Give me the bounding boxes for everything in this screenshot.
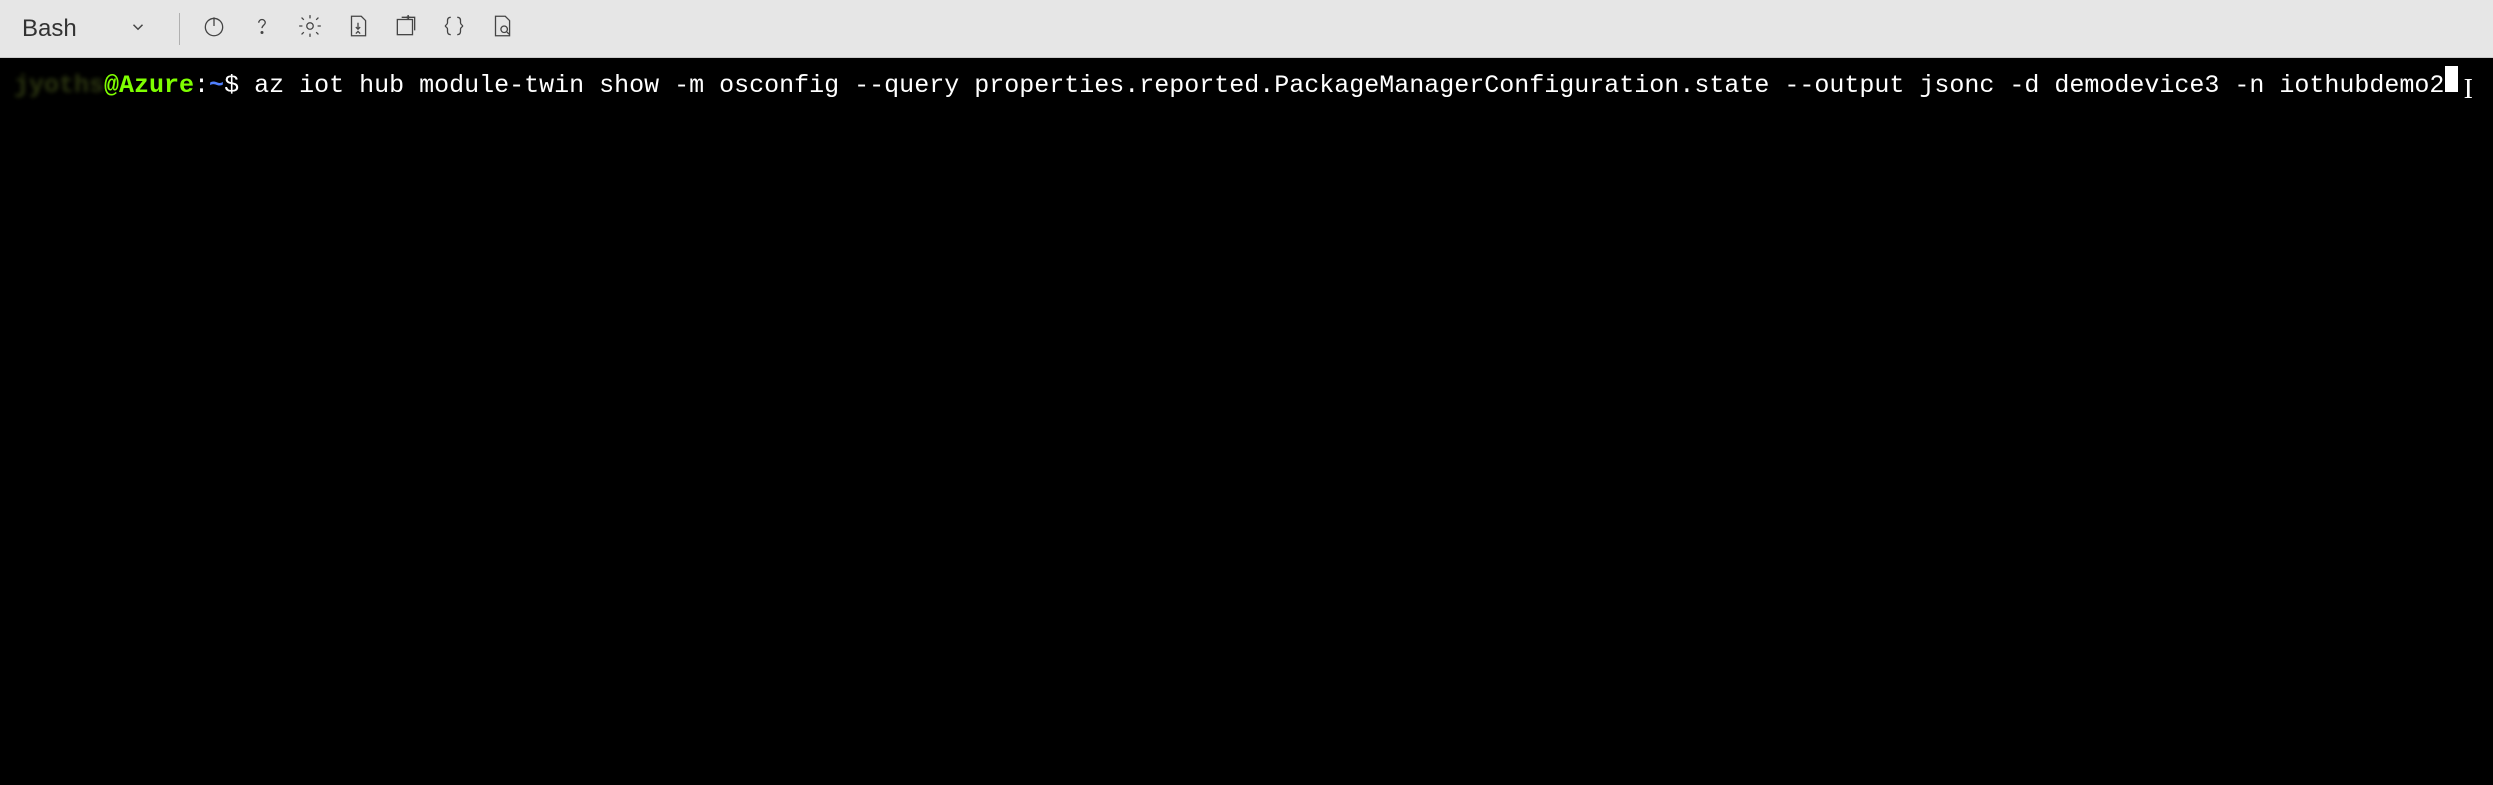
web-preview-button[interactable]	[480, 7, 524, 51]
prompt-path: ~	[209, 70, 224, 103]
restart-button[interactable]	[192, 7, 236, 51]
shell-selector-dropdown[interactable]: Bash	[10, 11, 159, 47]
help-button[interactable]	[240, 7, 284, 51]
terminal-area[interactable]: jyoths@Azure:~$ az iot hub module-twin s…	[0, 58, 2493, 785]
settings-button[interactable]	[288, 7, 332, 51]
power-icon	[201, 13, 227, 44]
preview-icon	[489, 13, 515, 44]
toolbar-divider	[179, 13, 180, 45]
help-icon	[249, 13, 275, 44]
prompt-user-obscured: jyoths	[14, 70, 104, 103]
prompt-symbol: $	[224, 70, 239, 103]
prompt-host: @Azure	[104, 70, 194, 103]
prompt-separator: :	[194, 70, 209, 103]
terminal-cursor	[2445, 66, 2458, 92]
gear-icon	[297, 13, 323, 44]
editor-button[interactable]	[432, 7, 476, 51]
upload-download-button[interactable]	[336, 7, 380, 51]
upload-download-icon	[345, 13, 371, 44]
new-session-button[interactable]	[384, 7, 428, 51]
braces-icon	[441, 13, 467, 44]
shell-name-label: Bash	[22, 15, 77, 43]
cloud-shell-toolbar: Bash	[0, 0, 2493, 58]
text-cursor-icon: I	[2464, 72, 2473, 108]
new-session-icon	[393, 13, 419, 44]
chevron-down-icon	[129, 15, 147, 43]
command-text: az iot hub module-twin show -m osconfig …	[239, 70, 2444, 103]
terminal-line: jyoths@Azure:~$ az iot hub module-twin s…	[14, 66, 2479, 103]
